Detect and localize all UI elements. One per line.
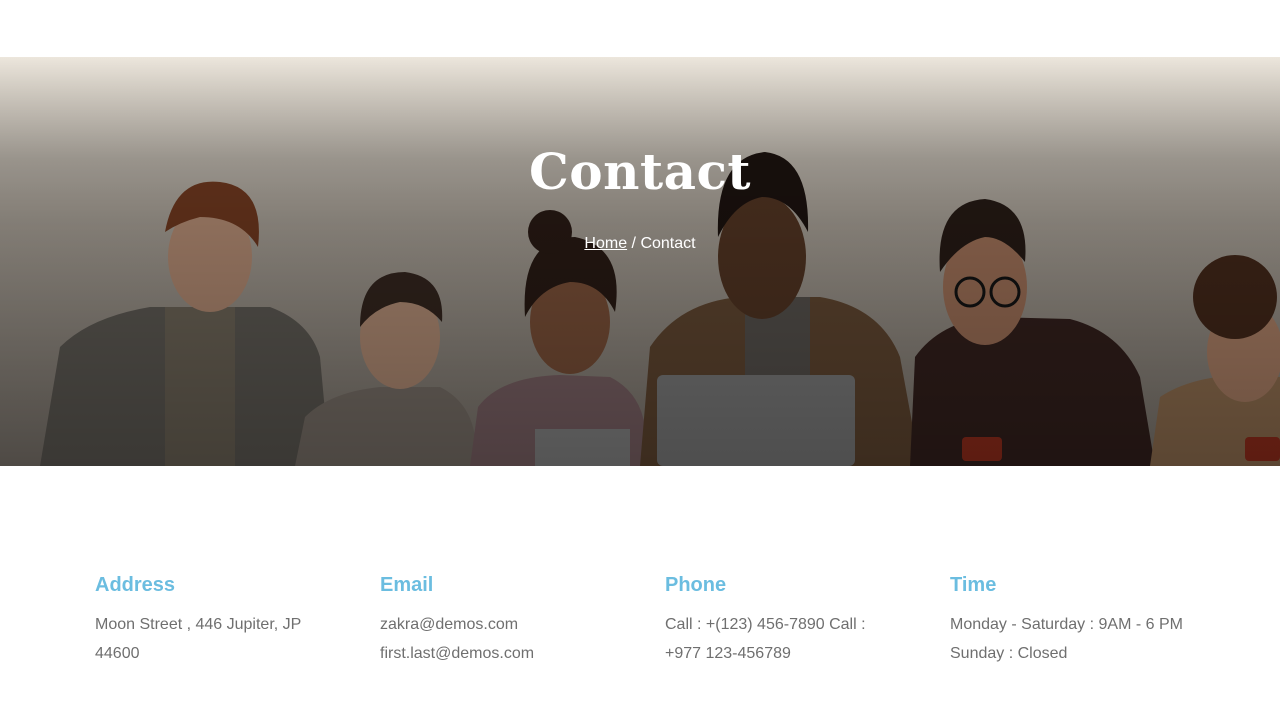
email-block: Email zakra@demos.com first.last@demos.c… (380, 570, 665, 668)
site-header (0, 0, 1280, 57)
hero-banner: Contact Home / Contact (0, 57, 1280, 466)
email-heading: Email (380, 574, 434, 596)
phone-text: Call : +(123) 456-7890 Call : +977 123-4… (665, 616, 866, 662)
time-block: Time Monday - Saturday : 9AM - 6 PM Sund… (950, 570, 1235, 668)
email-address-primary: zakra@demos.com (380, 616, 519, 633)
phone-block: Phone Call : +(123) 456-7890 Call : +977… (665, 570, 950, 668)
breadcrumb-separator: / (627, 235, 641, 252)
time-heading: Time (950, 574, 997, 596)
address-heading: Address (95, 574, 176, 596)
breadcrumb: Home / Contact (0, 233, 1280, 255)
phone-heading: Phone (665, 574, 727, 596)
breadcrumb-home-link[interactable]: Home (584, 235, 627, 252)
address-text: Moon Street , 446 Jupiter, JP 44600 (95, 616, 302, 662)
email-text: zakra@demos.com first.last@demos.com (380, 610, 620, 668)
contact-info-section: Address Moon Street , 446 Jupiter, JP 44… (95, 570, 1235, 668)
hero-overlay (0, 57, 1280, 466)
breadcrumb-current: Contact (640, 235, 696, 252)
address-block: Address Moon Street , 446 Jupiter, JP 44… (95, 570, 380, 668)
time-text: Monday - Saturday : 9AM - 6 PM Sunday : … (950, 616, 1183, 662)
page-title: Contact (528, 142, 752, 201)
email-address-secondary: first.last@demos.com (380, 645, 535, 662)
